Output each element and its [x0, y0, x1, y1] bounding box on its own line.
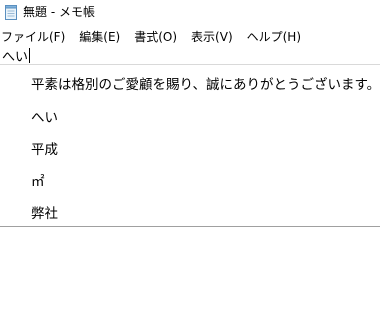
menu-view[interactable]: 表示(V) [190, 27, 234, 48]
text-caret [29, 48, 31, 63]
menu-file[interactable]: ファイル(F) [0, 27, 66, 48]
menu-help[interactable]: ヘルプ(H) [246, 27, 302, 48]
ime-candidate[interactable]: 平成 [31, 140, 58, 160]
ime-candidate[interactable]: 弊社 [31, 204, 58, 224]
menu-bar: ファイル(F) 編集(E) 書式(O) 表示(V) ヘルプ(H) [0, 27, 302, 48]
window-title: 無題 - メモ帳 [23, 5, 95, 19]
ime-candidate[interactable]: 平素は格別のご愛顧を賜り、誠にありがとうございます。 [31, 75, 380, 95]
ime-candidate[interactable]: へい [31, 108, 58, 128]
menu-format[interactable]: 書式(O) [133, 27, 178, 48]
ime-candidate[interactable]: ㎡ [31, 172, 45, 192]
ime-candidate-list: 平素は格別のご愛顧を賜り、誠にありがとうございます。 へい 平成 ㎡ 弊社 [0, 64, 380, 227]
notepad-window: 無題 - メモ帳 ファイル(F) 編集(E) 書式(O) 表示(V) ヘルプ(H… [0, 0, 380, 321]
menu-edit[interactable]: 編集(E) [78, 27, 121, 48]
title-bar: 無題 - メモ帳 [0, 0, 380, 24]
notepad-icon [5, 4, 17, 20]
